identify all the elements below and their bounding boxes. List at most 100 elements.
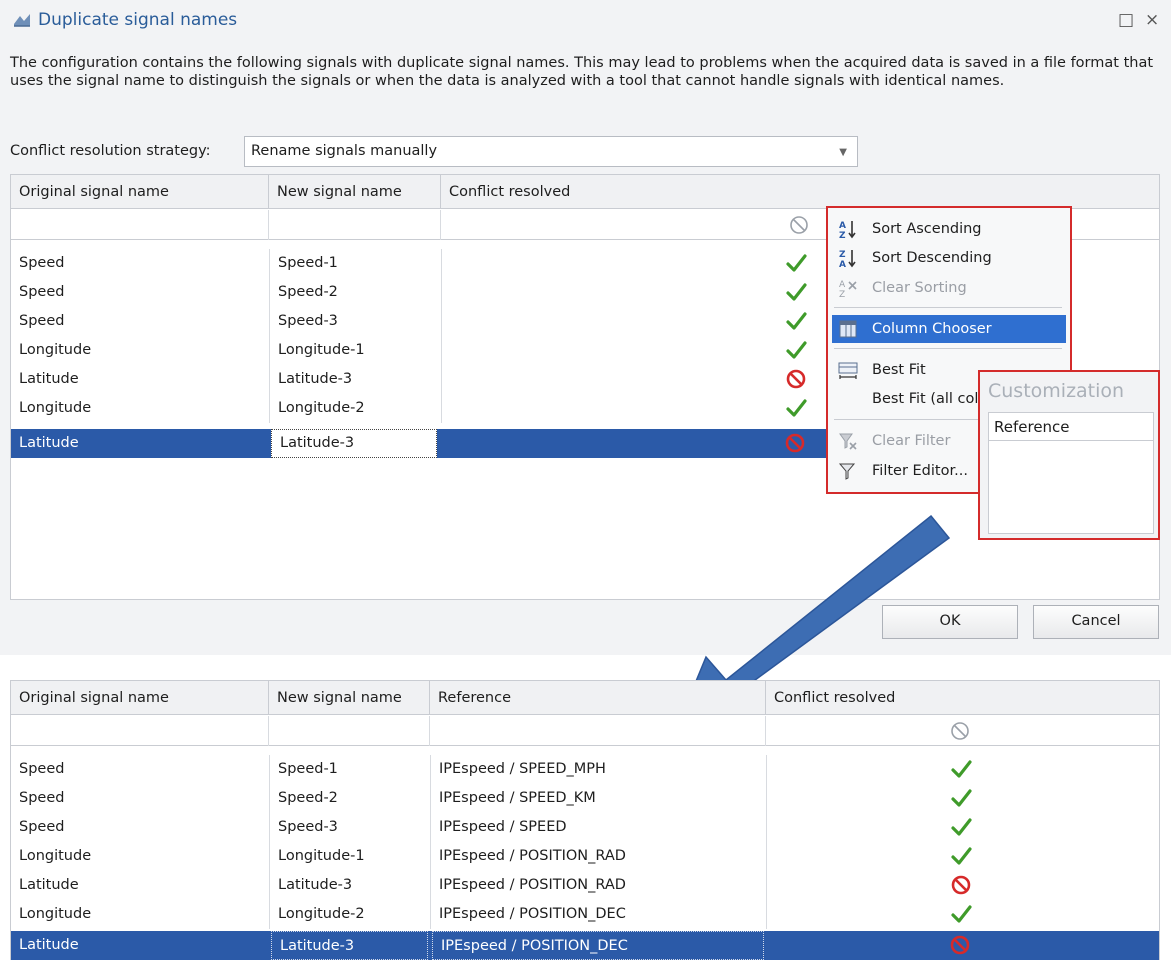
menu-label: Clear Sorting — [872, 280, 967, 296]
cell-original: Latitude — [19, 435, 79, 451]
ok-button[interactable]: OK — [882, 605, 1018, 639]
column-header-new[interactable]: New signal name — [269, 175, 441, 209]
filter-cell-reference[interactable] — [430, 716, 766, 746]
dialog-title: Duplicate signal names — [38, 10, 238, 30]
cell-original: Speed — [19, 819, 65, 835]
cell-new[interactable]: Speed-2 — [269, 784, 430, 813]
menu-label: Filter Editor... — [872, 463, 968, 479]
filter-no-icon[interactable] — [788, 214, 810, 236]
table-row[interactable]: Speed Speed-3 IPEspeed / SPEED — [11, 813, 1159, 842]
grid-header: Original signal name New signal name Con… — [11, 175, 1159, 209]
cell-reference: IPEspeed / POSITION_RAD — [430, 842, 766, 871]
strategy-dropdown[interactable]: Rename signals manually ▼ — [244, 136, 858, 167]
column-header-conflict[interactable]: Conflict resolved — [766, 681, 1161, 715]
table-row[interactable]: Latitude Latitude-3 IPEspeed / POSITION_… — [11, 871, 1159, 900]
menu-item-sort-descending[interactable]: ZA Sort Descending — [832, 244, 1066, 272]
cell-new[interactable]: Latitude-3 — [271, 931, 428, 960]
clear-sorting-icon: AZ — [839, 280, 857, 298]
check-icon — [786, 399, 807, 417]
cell-conflict — [766, 931, 1161, 960]
menu-item-column-chooser[interactable]: Column Chooser — [832, 315, 1066, 343]
description-text: The configuration contains the following… — [10, 55, 1154, 89]
column-chip-reference[interactable]: Reference — [989, 413, 1153, 441]
cell-original: Latitude — [19, 937, 79, 953]
filter-no-icon[interactable] — [949, 720, 971, 742]
table-row[interactable]: Longitude Longitude-1 IPEspeed / POSITIO… — [11, 842, 1159, 871]
table-row-selected[interactable]: Latitude Latitude-3 IPEspeed / POSITION_… — [11, 931, 1159, 960]
grid-header: Original signal name New signal name Ref… — [11, 681, 1159, 715]
menu-item-clear-sorting[interactable]: AZ Clear Sorting — [832, 274, 1066, 302]
table-row[interactable]: Longitude Longitude-2 IPEspeed / POSITIO… — [11, 900, 1159, 929]
filter-cell-new[interactable] — [269, 716, 430, 746]
table-row[interactable]: Speed Speed-1 IPEspeed / SPEED_MPH — [11, 755, 1159, 784]
cell-new[interactable]: Speed-2 — [269, 278, 441, 307]
close-button[interactable]: × — [1145, 10, 1159, 30]
svg-text:A: A — [839, 221, 846, 231]
table-row[interactable]: Speed Speed-2 IPEspeed / SPEED_KM — [11, 784, 1159, 813]
column-chooser-icon — [839, 320, 857, 338]
hidden-columns-list: Reference — [988, 412, 1154, 534]
cell-original: Speed — [19, 284, 65, 300]
filter-editor-icon — [838, 463, 856, 480]
filter-cell-new[interactable] — [269, 210, 441, 240]
column-header-new[interactable]: New signal name — [269, 681, 430, 715]
svg-text:Z: Z — [839, 290, 845, 298]
strategy-value: Rename signals manually — [251, 143, 438, 159]
check-icon — [951, 760, 972, 778]
cell-original: Longitude — [19, 906, 92, 922]
cell-original: Latitude — [19, 877, 79, 893]
cell-reference: IPEspeed / SPEED_KM — [430, 784, 766, 813]
cell-reference: IPEspeed / POSITION_DEC — [432, 931, 764, 960]
cell-original: Longitude — [19, 848, 92, 864]
menu-label: Column Chooser — [872, 321, 992, 337]
column-header-reference[interactable]: Reference — [430, 681, 766, 715]
menu-label: Best Fit — [872, 362, 926, 378]
cell-new[interactable]: Latitude-3 — [269, 871, 430, 900]
filter-cell-original[interactable] — [11, 210, 269, 240]
cell-new[interactable]: Speed-1 — [269, 249, 441, 278]
filter-cell-original[interactable] — [11, 716, 269, 746]
cell-reference: IPEspeed / POSITION_DEC — [430, 900, 766, 929]
check-icon — [951, 905, 972, 923]
menu-label: Sort Ascending — [872, 221, 982, 237]
chevron-down-icon: ▼ — [839, 147, 847, 158]
svg-text:A: A — [839, 280, 846, 290]
check-icon — [786, 341, 807, 359]
svg-text:Z: Z — [839, 250, 846, 260]
menu-item-sort-ascending[interactable]: AZ Sort Ascending — [832, 215, 1066, 243]
cell-reference: IPEspeed / SPEED — [430, 813, 766, 842]
cell-conflict — [766, 784, 1161, 813]
cell-reference: IPEspeed / POSITION_RAD — [430, 871, 766, 900]
cell-new-editor[interactable]: Latitude-3 — [271, 429, 437, 458]
cell-new[interactable]: Latitude-3 — [269, 365, 441, 394]
column-header-original[interactable]: Original signal name — [11, 681, 269, 715]
cell-new[interactable]: Longitude-2 — [269, 900, 430, 929]
title-bar: Duplicate signal names □ × — [0, 0, 1171, 44]
cell-original: Speed — [19, 790, 65, 806]
cell-original: Speed — [19, 313, 65, 329]
column-header-conflict[interactable]: Conflict resolved — [441, 175, 1161, 209]
cell-new[interactable]: Longitude-1 — [269, 842, 430, 871]
cell-new[interactable]: Speed-1 — [269, 755, 430, 784]
no-icon — [785, 433, 805, 453]
cell-original: Latitude — [19, 371, 79, 387]
check-icon — [786, 254, 807, 272]
check-icon — [951, 789, 972, 807]
cell-original: Speed — [19, 761, 65, 777]
menu-label: Best Fit (all col — [872, 391, 979, 407]
cell-new[interactable]: Speed-3 — [269, 813, 430, 842]
no-icon — [950, 935, 970, 955]
menu-divider — [834, 348, 1062, 349]
maximize-button[interactable]: □ — [1118, 10, 1134, 30]
column-header-original[interactable]: Original signal name — [11, 175, 269, 209]
filter-row — [11, 716, 1159, 746]
cell-new[interactable]: Longitude-1 — [269, 336, 441, 365]
cancel-button[interactable]: Cancel — [1033, 605, 1159, 639]
check-icon — [786, 312, 807, 330]
cell-new[interactable]: Speed-3 — [269, 307, 441, 336]
svg-text:A: A — [839, 260, 846, 268]
signals-grid-with-reference[interactable]: Original signal name New signal name Ref… — [10, 680, 1160, 960]
customization-title: Customization — [988, 380, 1125, 402]
cell-new[interactable]: Longitude-2 — [269, 394, 441, 423]
app-icon — [14, 14, 30, 27]
